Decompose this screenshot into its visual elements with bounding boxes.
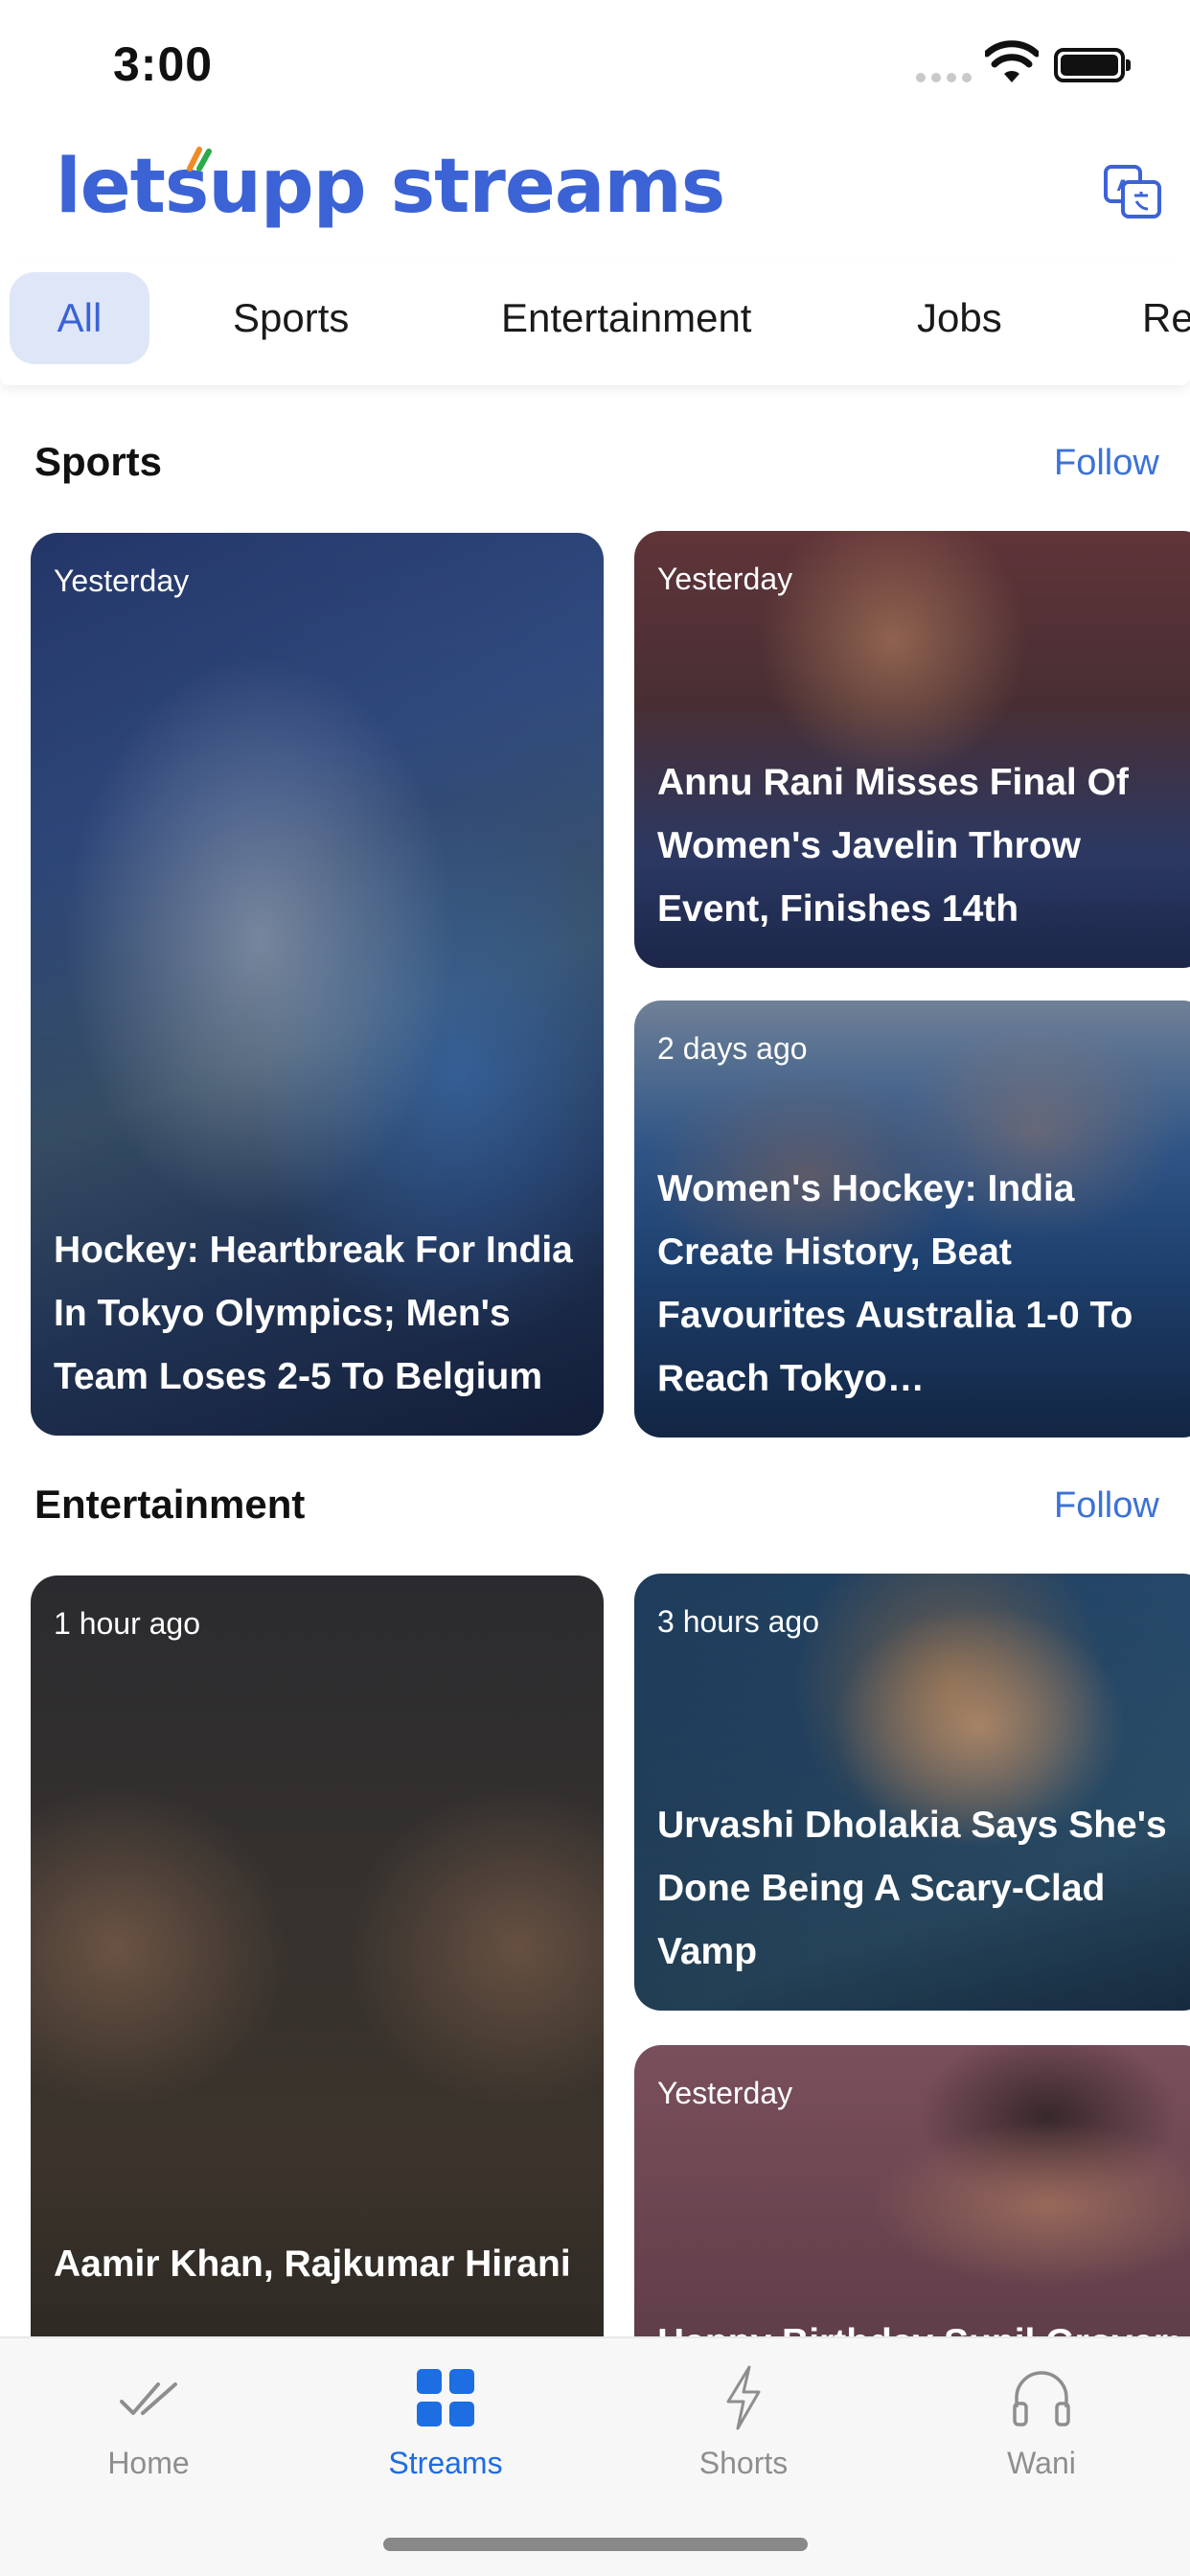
translate-icon[interactable]: A	[1102, 163, 1163, 220]
grid-icon	[417, 2369, 474, 2426]
wifi-icon	[985, 40, 1039, 82]
card-time: Yesterday	[54, 564, 190, 598]
cellular-signal-icon	[916, 73, 972, 82]
nav-streams[interactable]: Streams	[350, 2363, 541, 2481]
home-indicator	[383, 2538, 808, 2551]
card-time: 3 hours ago	[657, 1604, 820, 1639]
section-title-sports: Sports	[34, 439, 163, 484]
nav-label: Home	[107, 2446, 190, 2480]
section-title-entertainment: Entertainment	[34, 1482, 306, 1527]
nav-home[interactable]: Home	[53, 2363, 244, 2481]
nav-label: Shorts	[698, 2446, 789, 2480]
news-card[interactable]: 2 days ago Women's Hockey: India Create …	[634, 1000, 1190, 1438]
category-tab-bar: All Sports Entertainment Jobs Re	[0, 259, 1190, 385]
app-logo: letsupp streams	[56, 144, 725, 230]
tab-jobs[interactable]: Jobs	[917, 272, 1002, 364]
follow-sports-button[interactable]: Follow	[1054, 443, 1159, 484]
tab-entertainment[interactable]: Entertainment	[501, 272, 751, 364]
card-headline: Women's Hockey: India Create History, Be…	[657, 1168, 1133, 1399]
tab-partial[interactable]: Re	[1142, 272, 1190, 364]
card-time: Yesterday	[657, 562, 793, 596]
double-check-icon	[120, 2382, 177, 2415]
battery-icon	[1054, 48, 1131, 82]
follow-entertainment-button[interactable]: Follow	[1054, 1485, 1159, 1527]
status-time: 3:00	[113, 37, 214, 91]
headphones-icon	[1013, 2371, 1070, 2426]
card-time: Yesterday	[657, 2076, 793, 2110]
news-card[interactable]: Yesterday Hockey: Heartbreak For India I…	[31, 533, 604, 1436]
card-headline: Urvashi Dholakia Says She's Done Being A…	[657, 1805, 1167, 1972]
nav-label: Streams	[388, 2446, 503, 2480]
card-time: 1 hour ago	[54, 1606, 201, 1641]
card-headline: Aamir Khan, Rajkumar Hirani	[54, 2243, 571, 2285]
card-time: 2 days ago	[657, 1031, 808, 1066]
lightning-icon	[726, 2365, 761, 2430]
status-bar: 3:00	[0, 0, 1190, 129]
card-headline: Hockey: Heartbreak For India In Tokyo Ol…	[54, 1230, 573, 1397]
tab-all[interactable]: All	[10, 272, 149, 364]
news-card[interactable]: Yesterday Annu Rani Misses Final Of Wome…	[634, 531, 1190, 968]
nav-label: Wani	[1007, 2446, 1076, 2480]
news-card[interactable]: 3 hours ago Urvashi Dholakia Says She's …	[634, 1574, 1190, 2011]
news-card[interactable]: 1 hour ago Aamir Khan, Rajkumar Hirani	[31, 1576, 604, 2400]
tab-sports[interactable]: Sports	[233, 272, 349, 364]
logo-accent-icon	[187, 147, 212, 172]
nav-wani[interactable]: Wani	[946, 2363, 1137, 2481]
card-headline: Annu Rani Misses Final Of Women's Javeli…	[657, 762, 1129, 930]
nav-shorts[interactable]: Shorts	[648, 2363, 839, 2481]
